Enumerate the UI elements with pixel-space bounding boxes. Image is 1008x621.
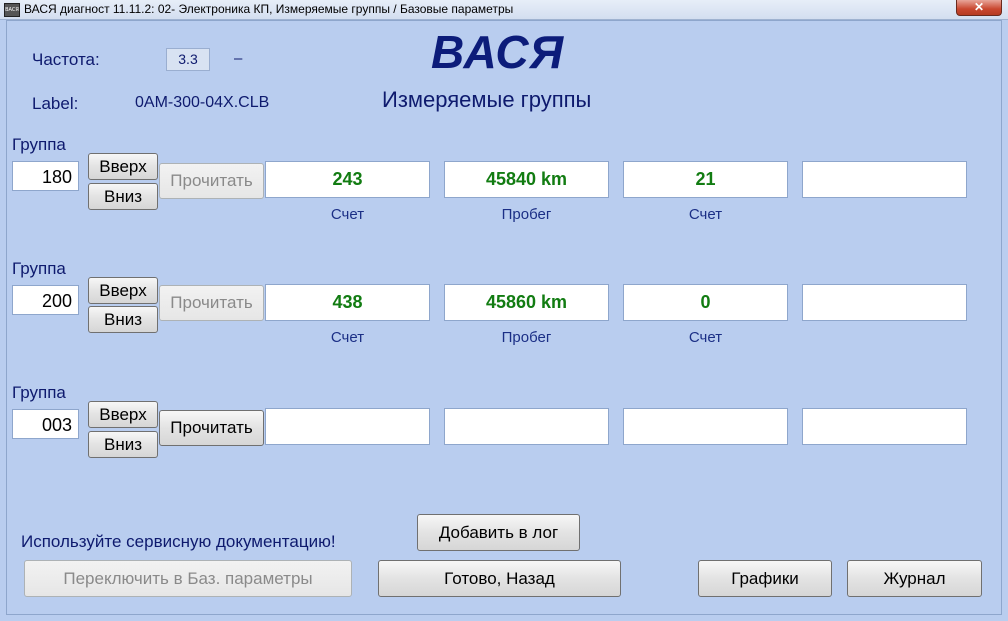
group-2-field-2: 45860 km [444, 284, 609, 321]
group-3-read-button[interactable]: Прочитать [159, 410, 264, 446]
label-value: 0AM-300-04X.CLB [135, 94, 270, 111]
group-2-field-3: 0 [623, 284, 788, 321]
app-icon: ВАСЯ [4, 3, 20, 17]
switch-basic-params-button[interactable]: Переключить в Баз. параметры [24, 560, 352, 597]
group-2-unit-1: Счет [330, 329, 365, 346]
group-2-field-4 [802, 284, 967, 321]
graphs-button[interactable]: Графики [698, 560, 832, 597]
group-1-field-4 [802, 161, 967, 198]
group-2-up-button[interactable]: Вверх [88, 277, 158, 304]
group-2-number-input[interactable]: 200 [12, 285, 79, 315]
main-panel: Частота: 3.3 – Label: 0AM-300-04X.CLB ВА… [6, 20, 1002, 615]
group-1-number-input[interactable]: 180 [12, 161, 79, 191]
group-3-field-3 [623, 408, 788, 445]
group-1-up-button[interactable]: Вверх [88, 153, 158, 180]
group-2-read-button[interactable]: Прочитать [159, 285, 264, 321]
frequency-dash: – [234, 50, 243, 67]
group-1-field-3: 21 [623, 161, 788, 198]
group-1-unit-1: Счет [330, 206, 365, 223]
journal-button[interactable]: Журнал [847, 560, 982, 597]
group-3-field-4 [802, 408, 967, 445]
done-back-button[interactable]: Готово, Назад [378, 560, 621, 597]
group-1-field-1: 243 [265, 161, 430, 198]
page-subtitle: Измеряемые группы [382, 87, 592, 112]
group-1-label: Группа [12, 135, 66, 154]
group-2-down-button[interactable]: Вниз [88, 306, 158, 333]
group-3-label: Группа [12, 383, 66, 402]
group-1-read-button[interactable]: Прочитать [159, 163, 264, 199]
group-1-field-2: 45840 km [444, 161, 609, 198]
group-1-unit-2: Пробег [501, 206, 552, 223]
service-hint: Используйте сервисную документацию! [21, 532, 336, 551]
group-2-field-1: 438 [265, 284, 430, 321]
group-3-up-button[interactable]: Вверх [88, 401, 158, 428]
frequency-value: 3.3 [166, 48, 210, 71]
group-2-unit-3: Счет [688, 329, 723, 346]
brand-logo: ВАСЯ [431, 26, 565, 78]
group-1-unit-3: Счет [688, 206, 723, 223]
group-1-down-button[interactable]: Вниз [88, 183, 158, 210]
window-title: ВАСЯ диагност 11.11.2: 02- Электроника К… [24, 2, 514, 16]
add-to-log-button[interactable]: Добавить в лог [417, 514, 580, 551]
close-button[interactable]: ✕ [956, 0, 1002, 16]
group-3-down-button[interactable]: Вниз [88, 431, 158, 458]
group-3-field-2 [444, 408, 609, 445]
group-2-label: Группа [12, 259, 66, 278]
group-3-field-1 [265, 408, 430, 445]
label-label: Label: [32, 94, 79, 113]
group-3-number-input[interactable]: 003 [12, 409, 79, 439]
group-2-unit-2: Пробег [501, 329, 552, 346]
title-bar: ВАСЯ ВАСЯ диагност 11.11.2: 02- Электрон… [0, 0, 1008, 20]
frequency-label: Частота: [32, 50, 100, 69]
